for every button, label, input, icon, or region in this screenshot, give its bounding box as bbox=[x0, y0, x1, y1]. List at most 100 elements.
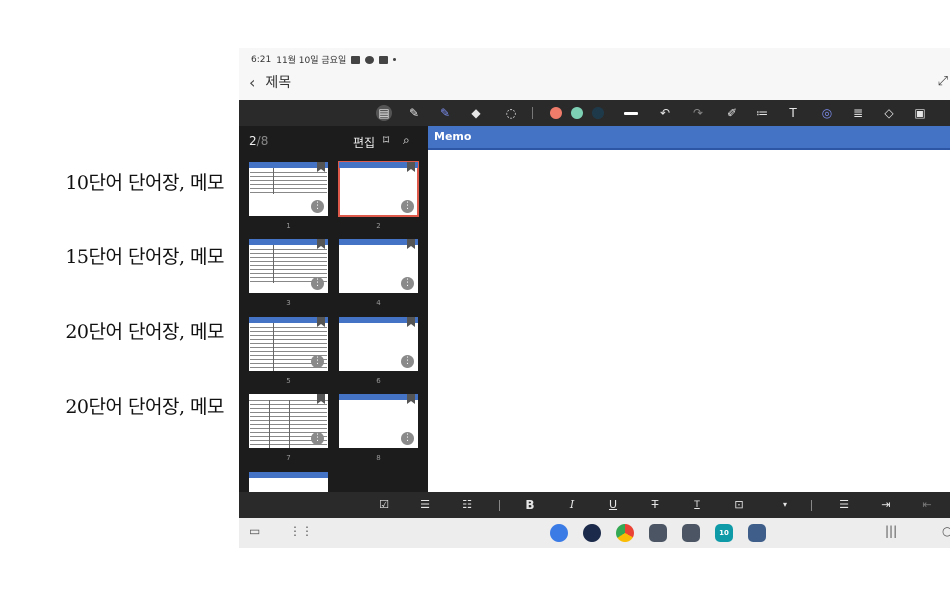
app-folder-icon[interactable] bbox=[649, 524, 667, 542]
page-thumbnail-8[interactable]: ⋮ bbox=[339, 394, 418, 448]
text-background-icon[interactable]: ⊡ bbox=[731, 496, 747, 514]
page-thumbnail-4[interactable]: ⋮ bbox=[339, 239, 418, 293]
bookmark-icon[interactable]: ⌑ bbox=[383, 133, 389, 147]
annotation-15-words: 15단어 단어장, 메모 bbox=[65, 246, 224, 268]
more-options-icon[interactable]: ⋮ bbox=[401, 355, 414, 368]
status-bar: 6:21 11월 10일 금요일 bbox=[251, 53, 397, 66]
gallery-notification-icon bbox=[379, 55, 389, 64]
page-counter: 2/8 bbox=[249, 134, 268, 148]
taskbar: ▭ ⋮⋮ 10 ||| ○ bbox=[239, 518, 950, 548]
note-title[interactable]: 제목 bbox=[265, 72, 291, 92]
outdent-icon[interactable]: ⇤ bbox=[919, 496, 935, 514]
numbered-list-icon[interactable]: ☰ bbox=[417, 496, 433, 514]
chrome-icon[interactable] bbox=[616, 524, 634, 542]
bookmark-icon[interactable] bbox=[407, 394, 415, 404]
page-thumbnail-add[interactable] bbox=[249, 472, 328, 492]
bookmark-icon[interactable] bbox=[407, 317, 415, 327]
pen-icon[interactable]: ✎ bbox=[406, 105, 422, 121]
edit-button[interactable]: 편집 bbox=[353, 134, 375, 151]
galaxy-store-icon[interactable] bbox=[583, 524, 601, 542]
undo-icon[interactable]: ↶ bbox=[657, 105, 673, 121]
bullet-list-icon[interactable]: ☷ bbox=[459, 496, 475, 514]
underline-button[interactable]: U bbox=[605, 496, 621, 514]
pages-panel-header: 2/8 편집 ⌑ ⌕ bbox=[239, 126, 428, 156]
keyboard-mode-icon[interactable]: ▤ bbox=[376, 105, 392, 121]
eraser-icon[interactable]: ◆ bbox=[468, 105, 484, 121]
highlight-mode-icon[interactable]: ◎ bbox=[819, 105, 835, 121]
page-number: 2 bbox=[376, 222, 381, 230]
text-color-dropdown-icon[interactable]: ▾ bbox=[777, 496, 793, 514]
title-bar: ‹ 제목 bbox=[249, 70, 291, 94]
lasso-icon[interactable]: ◌ bbox=[503, 105, 519, 121]
more-options-icon[interactable]: ⋮ bbox=[311, 200, 324, 213]
page-number: 6 bbox=[376, 377, 381, 385]
status-date: 11월 10일 금요일 bbox=[276, 56, 347, 66]
page-thumbnail-1[interactable]: ⋮ bbox=[249, 162, 328, 216]
more-options-icon[interactable]: ⋮ bbox=[401, 432, 414, 445]
calendar-icon[interactable]: 10 bbox=[715, 524, 733, 542]
read-mode-icon[interactable]: ▣ bbox=[912, 105, 928, 121]
page-thumbnail-6[interactable]: ⋮ bbox=[339, 317, 418, 371]
pen-thickness-icon[interactable] bbox=[624, 112, 638, 115]
format-divider bbox=[499, 500, 500, 511]
home-icon[interactable]: ○ bbox=[942, 524, 950, 538]
page-number: 7 bbox=[286, 454, 291, 462]
shape-icon[interactable]: ◇ bbox=[881, 105, 897, 121]
page-number: 1 bbox=[286, 222, 291, 230]
memo-title[interactable]: Memo bbox=[434, 130, 471, 143]
expand-icon[interactable]: ⤢ bbox=[938, 74, 948, 89]
more-notifications-dot-icon bbox=[393, 58, 397, 61]
more-options-icon[interactable]: ⋮ bbox=[311, 432, 324, 445]
pages-panel: 2/8 편집 ⌑ ⌕ ⋮ 1 ⋮ 2 ⋮ 3 ⋮ 4 ⋮ 5 ⋮ 6 ⋮ 7 ⋮… bbox=[239, 126, 428, 492]
toolbar-divider bbox=[532, 107, 533, 119]
pen-color-salmon[interactable] bbox=[550, 107, 562, 119]
search-icon[interactable]: ⌕ bbox=[403, 133, 410, 148]
memo-canvas[interactable] bbox=[428, 150, 950, 492]
text-align-icon[interactable]: ≔ bbox=[754, 105, 770, 121]
pen-color-mint[interactable] bbox=[571, 107, 583, 119]
page-thumbnail-2[interactable]: ⋮ bbox=[338, 161, 419, 217]
more-options-icon[interactable]: ⋮ bbox=[311, 277, 324, 290]
page-number: 8 bbox=[376, 454, 381, 462]
annotation-20-words-2: 20단어 단어장, 메모 bbox=[65, 396, 224, 418]
redo-icon[interactable]: ↷ bbox=[690, 105, 706, 121]
bookmark-icon[interactable] bbox=[407, 162, 415, 172]
more-options-icon[interactable]: ⋮ bbox=[401, 200, 414, 213]
page-number: 5 bbox=[286, 377, 291, 385]
recents-icon[interactable]: ||| bbox=[885, 524, 897, 538]
screen-capture-icon[interactable]: ▭ bbox=[249, 524, 260, 538]
highlighter-icon[interactable]: ✎ bbox=[437, 105, 453, 121]
bold-button[interactable]: B bbox=[522, 496, 538, 514]
image-notification-icon bbox=[351, 55, 361, 64]
annotation-20-words: 20단어 단어장, 메모 bbox=[65, 321, 224, 343]
page-number: 4 bbox=[376, 299, 381, 307]
page-thumbnail-5[interactable]: ⋮ bbox=[249, 317, 328, 371]
align-dropdown-icon[interactable]: ☰ bbox=[836, 496, 852, 514]
calendar-day: 10 bbox=[719, 529, 729, 537]
indent-icon[interactable]: ⇥ bbox=[878, 496, 894, 514]
more-options-icon[interactable]: ⋮ bbox=[311, 355, 324, 368]
bookmark-icon[interactable] bbox=[407, 239, 415, 249]
memo-header: Memo bbox=[428, 126, 950, 150]
page-lines bbox=[250, 169, 327, 194]
pen-color-navy[interactable] bbox=[592, 107, 604, 119]
status-time: 6:21 bbox=[251, 54, 272, 65]
app-drawer-icon[interactable]: ⋮⋮ bbox=[289, 524, 313, 538]
more-options-icon[interactable]: ⋮ bbox=[401, 277, 414, 290]
insert-icon[interactable]: ≣ bbox=[850, 105, 866, 121]
checkbox-icon[interactable]: ☑ bbox=[376, 496, 392, 514]
page-thumbnail-3[interactable]: ⋮ bbox=[249, 239, 328, 293]
settings-gear-icon[interactable] bbox=[748, 524, 766, 542]
strikethrough-button[interactable]: T bbox=[647, 496, 663, 514]
text-style-icon[interactable]: ꓔ bbox=[785, 105, 801, 121]
pen-settings-icon[interactable]: ✐ bbox=[724, 105, 740, 121]
format-toolbar: ☑ ☰ ☷ B I U T T ⊡ ▾ ☰ ⇥ ⇤ bbox=[239, 492, 950, 518]
app-folder-icon-2[interactable] bbox=[682, 524, 700, 542]
text-size-button[interactable]: T bbox=[689, 496, 705, 514]
format-divider bbox=[811, 500, 812, 511]
page-thumbnail-7[interactable]: ⋮ bbox=[249, 394, 328, 448]
files-app-icon[interactable] bbox=[550, 524, 568, 542]
italic-button[interactable]: I bbox=[564, 496, 580, 514]
back-icon[interactable]: ‹ bbox=[249, 73, 255, 92]
drawing-toolbar: ▤ ✎ ✎ ◆ ◌ ↶ ↷ ✐ ≔ ꓔ ◎ ≣ ◇ ▣ bbox=[239, 100, 950, 126]
